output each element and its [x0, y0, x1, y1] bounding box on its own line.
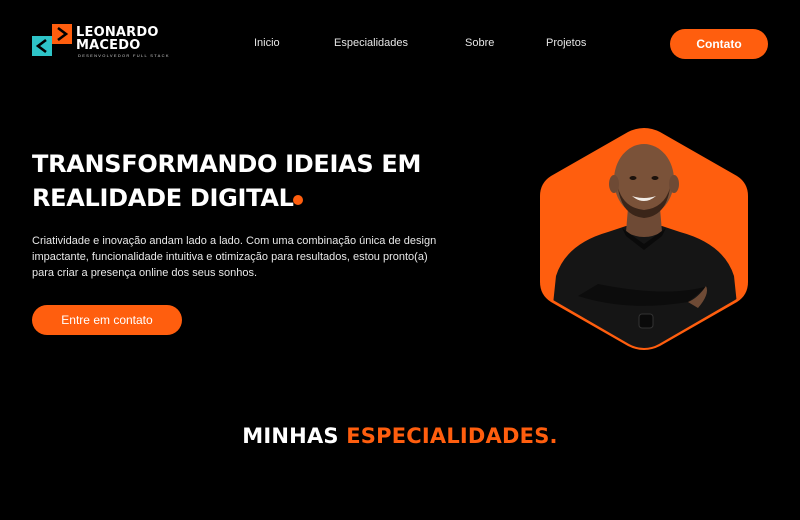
profile-photo [540, 128, 748, 350]
accent-dot [293, 195, 303, 205]
nav-item-inicio[interactable]: Inicio [254, 37, 280, 49]
hero-title-line1: TRANSFORMANDO IDEIAS EM [32, 150, 422, 178]
hero-title: TRANSFORMANDO IDEIAS EM REALIDADE DIGITA… [32, 147, 421, 215]
hero-description: Criatividade e inovação andam lado a lad… [32, 235, 437, 279]
nav-item-projetos[interactable]: Projetos [546, 37, 586, 49]
get-in-touch-button[interactable]: Entre em contato [32, 305, 182, 335]
contact-button[interactable]: Contato [670, 29, 768, 59]
hero-title-line2: REALIDADE DIGITAL [32, 184, 294, 212]
nav-item-especialidades[interactable]: Especialidades [334, 37, 408, 49]
site-header: LEONARDO MACEDO DESENVOLVEDOR FULL STACK… [0, 0, 800, 88]
specialties-heading-part1: MINHAS [242, 424, 347, 448]
specialties-heading-part2: ESPECIALIDADES. [346, 424, 558, 448]
brand-tagline: DESENVOLVEDOR FULL STACK [78, 53, 170, 58]
nav-item-sobre[interactable]: Sobre [465, 37, 494, 49]
specialties-heading: MINHAS ESPECIALIDADES. [0, 424, 800, 448]
